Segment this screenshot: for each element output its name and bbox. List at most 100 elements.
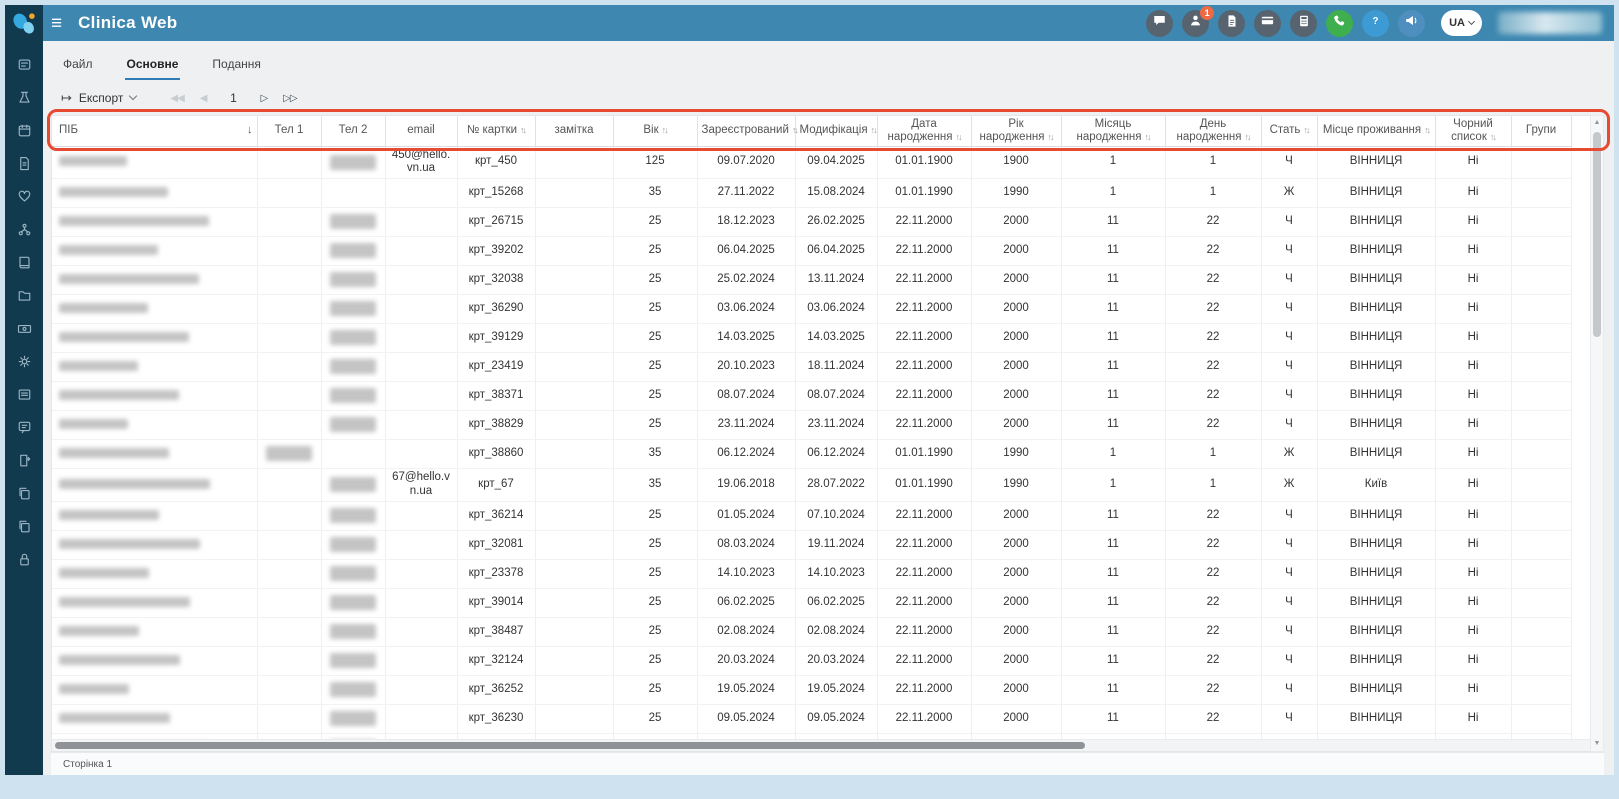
cell-black: Ні: [1435, 323, 1512, 354]
table-row[interactable]: крт_36252 25 19.05.2024 19.05.2024 22.11.200…: [52, 675, 1572, 705]
cell-sex: Ч: [1261, 265, 1318, 296]
payment-card-button[interactable]: [1254, 9, 1282, 37]
table-row[interactable]: крт_36290 25 03.06.2024 03.06.2024 22.11.200…: [52, 294, 1572, 325]
sidebar-item-document[interactable]: [5, 149, 43, 182]
help-button[interactable]: ?: [1362, 9, 1390, 37]
column-header-mod[interactable]: Модифікація ↑↓: [795, 116, 878, 147]
export-button[interactable]: ↦ Експорт: [61, 90, 138, 106]
sidebar-item-id-card[interactable]: [5, 50, 43, 83]
column-header-pib[interactable]: ПІБ ↓: [52, 116, 258, 147]
column-header-tel1[interactable]: Тел 1: [257, 116, 322, 147]
user-name-redacted[interactable]: [1498, 12, 1602, 34]
cell-bday: 1: [1165, 146, 1262, 180]
scroll-up-icon[interactable]: ▲: [1591, 117, 1603, 129]
table-row[interactable]: крт_38829 25 23.11.2024 23.11.2024 22.11.200…: [52, 410, 1572, 441]
profile-button[interactable]: 1: [1182, 5, 1215, 37]
table-row[interactable]: крт_39014 25 06.02.2025 06.02.2025 22.11.200…: [52, 588, 1572, 618]
table-row[interactable]: крт_23419 25 20.10.2023 18.11.2024 22.11.200…: [52, 352, 1572, 383]
column-header-black[interactable]: Чорний список ↑↓: [1435, 116, 1512, 147]
column-header-bdate[interactable]: Дата народження ↑↓: [877, 116, 972, 147]
column-header-tel2[interactable]: Тел 2: [321, 116, 386, 147]
table-row[interactable]: крт_15268 35 27.11.2022 15.08.2024 01.01.199…: [52, 178, 1572, 209]
sort-icon[interactable]: ↑↓: [1490, 132, 1497, 142]
sidebar-item-share[interactable]: [5, 215, 43, 248]
column-header-reg[interactable]: Зареєстрований ↑↓: [697, 116, 799, 147]
table-row[interactable]: крт_36214 25 01.05.2024 07.10.2024 22.11.200…: [52, 501, 1572, 531]
sidebar-item-calendar[interactable]: [5, 116, 43, 149]
sidebar-item-care[interactable]: [5, 182, 43, 215]
sidebar-item-settings[interactable]: [5, 347, 43, 380]
horizontal-scroll-thumb[interactable]: [55, 742, 1086, 749]
sort-icon[interactable]: ↑↓: [871, 125, 878, 135]
cell-bday: 22: [1165, 236, 1262, 267]
sort-icon[interactable]: ↑↓: [792, 125, 799, 135]
table-row[interactable]: крт_32038 25 25.02.2024 13.11.2024 22.11.200…: [52, 265, 1572, 296]
column-header-card[interactable]: № картки ↑↓: [457, 116, 536, 147]
sidebar-item-cash[interactable]: [5, 314, 43, 347]
table-row[interactable]: крт_26715 25 18.12.2023 26.02.2025 22.11.200…: [52, 207, 1572, 238]
column-header-place[interactable]: Місце проживання ↑↓: [1317, 116, 1436, 147]
sidebar-item-chat-note[interactable]: [5, 413, 43, 446]
first-page-button[interactable]: ◀◀: [170, 93, 184, 104]
vertical-scrollbar[interactable]: ▲ ▼: [1590, 115, 1604, 752]
sort-icon[interactable]: ↑↓: [1303, 125, 1310, 135]
column-header-groups[interactable]: Групи: [1511, 116, 1572, 147]
cell-pib: [52, 236, 258, 267]
tab-file[interactable]: Файл: [61, 53, 95, 80]
sort-icon[interactable]: ↑↓: [1245, 132, 1252, 142]
table-row[interactable]: крт_38487 25 02.08.2024 02.08.2024 22.11.200…: [52, 617, 1572, 647]
sidebar-item-flask[interactable]: [5, 83, 43, 116]
redacted-value: [59, 683, 129, 694]
sidebar-item-copy[interactable]: [5, 479, 43, 512]
sidebar-item-duplicate[interactable]: [5, 512, 43, 545]
scroll-down-icon[interactable]: ▼: [1591, 738, 1603, 750]
table-row[interactable]: крт_39129 25 14.03.2025 14.03.2025 22.11.200…: [52, 323, 1572, 354]
calculator-button[interactable]: [1290, 9, 1318, 37]
sidebar-item-list[interactable]: [5, 380, 43, 413]
pdf-button[interactable]: [1218, 9, 1246, 37]
payment-card-icon: [1260, 13, 1275, 33]
sort-icon[interactable]: ↑↓: [1048, 132, 1055, 142]
column-header-email[interactable]: email: [385, 116, 458, 147]
column-header-sex[interactable]: Стать ↑↓: [1261, 116, 1318, 147]
sort-icon[interactable]: ↑↓: [1145, 132, 1152, 142]
table-row[interactable]: крт_36230 25 09.05.2024 09.05.2024 22.11.200…: [52, 704, 1572, 734]
column-header-bday[interactable]: День народження ↑↓: [1165, 116, 1262, 147]
prev-page-button[interactable]: ◀: [200, 93, 208, 104]
table-row[interactable]: крт_23378 25 14.10.2023 14.10.2023 22.11.200…: [52, 559, 1572, 589]
sort-desc-icon[interactable]: ↓: [247, 124, 253, 137]
table-row[interactable]: крт_32081 25 08.03.2024 19.11.2024 22.11.200…: [52, 530, 1572, 560]
sort-icon[interactable]: ↑↓: [956, 132, 963, 142]
sort-icon[interactable]: ↑↓: [662, 125, 669, 135]
sidebar-item-lock[interactable]: [5, 545, 43, 578]
table-row[interactable]: крт_38371 25 08.07.2024 08.07.2024 22.11.200…: [52, 381, 1572, 412]
care-icon: [17, 189, 32, 209]
table-row[interactable]: крт_38860 35 06.12.2024 06.12.2024 01.01.199…: [52, 439, 1572, 470]
horizontal-scrollbar[interactable]: [52, 739, 1590, 751]
announcement-button[interactable]: [1398, 9, 1426, 37]
sidebar-item-doc-export[interactable]: [5, 446, 43, 479]
tab-view[interactable]: Подання: [210, 53, 262, 80]
phone-button[interactable]: [1326, 9, 1354, 37]
last-page-button[interactable]: ▷▷: [283, 93, 297, 104]
table-row[interactable]: 67@hello.vn.ua крт_67 35 19.06.2018 28.07.20…: [52, 468, 1572, 502]
sort-icon[interactable]: ↑↓: [1424, 125, 1431, 135]
sort-icon[interactable]: ↑↓: [520, 125, 527, 135]
table-row[interactable]: крт_32124 25 20.03.2024 20.03.2024 22.11.200…: [52, 646, 1572, 676]
table-row[interactable]: крт_39202 25 06.04.2025 06.04.2025 22.11.200…: [52, 236, 1572, 267]
sidebar-item-book[interactable]: [5, 248, 43, 281]
vertical-scroll-thumb[interactable]: [1593, 132, 1601, 337]
tab-main[interactable]: Основне: [124, 53, 181, 80]
table-row[interactable]: 450@hello.vn.ua крт_450 125 09.07.2020 09.04…: [52, 146, 1572, 180]
column-header-byear[interactable]: Рік народження ↑↓: [971, 116, 1062, 147]
chat-button[interactable]: [1146, 9, 1174, 37]
column-header-bmonth[interactable]: Місяць народження ↑↓: [1061, 116, 1166, 147]
cell-byear: 2000: [971, 588, 1062, 618]
column-header-age[interactable]: Вік ↑↓: [613, 116, 698, 147]
next-page-button[interactable]: ▷: [260, 93, 268, 104]
sidebar-item-folder[interactable]: [5, 281, 43, 314]
language-selector[interactable]: UA: [1441, 10, 1482, 36]
menu-icon[interactable]: ≡: [51, 14, 62, 33]
page-number[interactable]: 1: [222, 91, 244, 105]
column-header-note[interactable]: замітка: [535, 116, 614, 147]
